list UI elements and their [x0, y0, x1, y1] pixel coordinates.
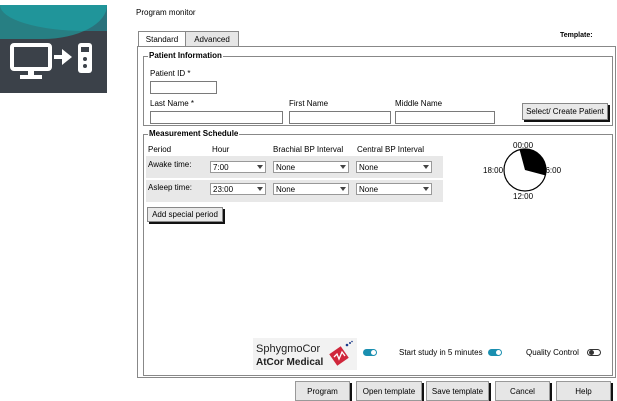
patient-id-label: Patient ID * [150, 69, 191, 78]
last-name-label: Last Name * [150, 99, 195, 108]
asleep-central-value: None [359, 184, 379, 194]
brachial-header: Brachial BP Interval [273, 145, 344, 154]
awake-hour-value: 7:00 [213, 162, 229, 172]
chevron-down-icon [340, 187, 346, 191]
quality-control-label: Quality Control [526, 348, 579, 357]
clock-label-1800: 18:00 [483, 166, 504, 175]
tab-standard[interactable]: Standard [138, 31, 186, 47]
asleep-brachial-value: None [276, 184, 296, 194]
logo-line2: AtCor Medical [256, 357, 324, 368]
awake-hour-select[interactable]: 7:00 [210, 161, 266, 173]
select-create-patient-button[interactable]: Select/ Create Patient [522, 103, 608, 120]
asleep-period-label: Asleep time: [148, 183, 193, 192]
tab-advanced[interactable]: Advanced [185, 31, 239, 46]
first-name-input[interactable] [289, 111, 391, 124]
awake-central-value: None [359, 162, 379, 172]
quality-control-toggle[interactable] [587, 349, 601, 356]
chevron-down-icon [257, 165, 263, 169]
awake-brachial-select[interactable]: None [273, 161, 349, 173]
awake-period-label: Awake time: [148, 160, 192, 169]
window-title: Program monitor [136, 8, 196, 17]
logo-toggle[interactable] [363, 349, 377, 356]
save-template-button[interactable]: Save template [426, 381, 489, 401]
middle-name-label: Middle Name [395, 99, 443, 108]
chevron-down-icon [423, 165, 429, 169]
app-icon [0, 5, 107, 93]
logo-line1: SphygmoCor [256, 343, 321, 355]
first-name-label: First Name [289, 99, 329, 108]
monitor-transfer-icon [10, 43, 92, 79]
measurement-schedule-legend: Measurement Schedule [148, 129, 240, 138]
open-template-button[interactable]: Open template [356, 381, 422, 401]
middle-name-input[interactable] [395, 111, 495, 124]
patient-id-input[interactable] [150, 81, 217, 94]
help-button[interactable]: Help [556, 381, 611, 401]
chevron-down-icon [340, 165, 346, 169]
clock-label-1200: 12:00 [513, 192, 534, 201]
template-label: Template: [560, 32, 593, 39]
add-special-period-button[interactable]: Add special period [147, 207, 223, 222]
program-button[interactable]: Program [295, 381, 350, 401]
central-header: Central BP Interval [357, 145, 424, 154]
start-study-label: Start study in 5 minutes [399, 348, 483, 357]
logo-mark-icon [329, 340, 353, 366]
chevron-down-icon [423, 187, 429, 191]
last-name-input[interactable] [150, 111, 283, 124]
asleep-central-select[interactable]: None [356, 183, 432, 195]
start-study-toggle[interactable] [488, 349, 502, 356]
sphygmocor-logo: SphygmoCor AtCor Medical [253, 338, 357, 370]
chevron-down-icon [257, 187, 263, 191]
patient-info-legend: Patient Information [148, 51, 223, 60]
period-header: Period [148, 145, 172, 154]
awake-central-select[interactable]: None [356, 161, 432, 173]
cancel-button[interactable]: Cancel [495, 381, 550, 401]
hour-header: Hour [212, 145, 230, 154]
schedule-clock [503, 148, 547, 192]
asleep-hour-value: 23:00 [213, 184, 234, 194]
awake-brachial-value: None [276, 162, 296, 172]
asleep-hour-select[interactable]: 23:00 [210, 183, 266, 195]
asleep-brachial-select[interactable]: None [273, 183, 349, 195]
